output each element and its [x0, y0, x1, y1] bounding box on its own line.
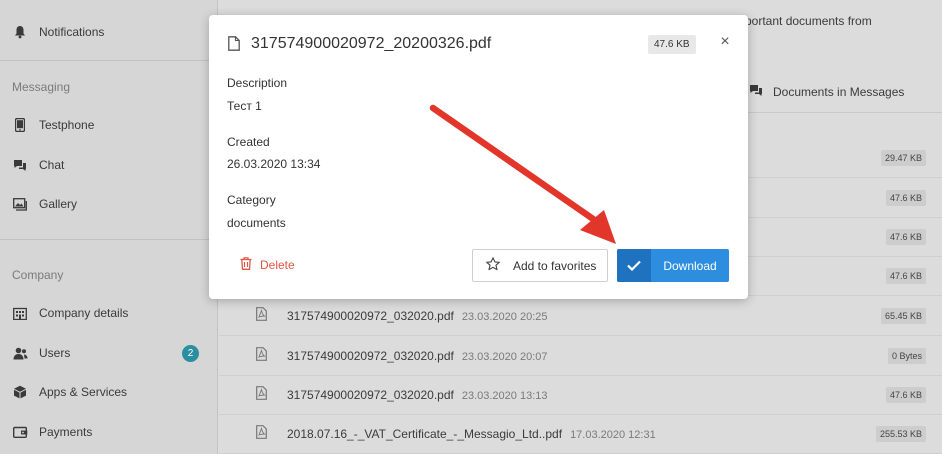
sidebar-item-label: Gallery [39, 197, 78, 211]
star-icon [486, 257, 500, 274]
document-date: 23.03.2020 20:25 [461, 310, 548, 323]
document-row[interactable]: 317574900020972_032020.pdf 23.03.2020 20… [219, 296, 942, 336]
sidebar-divider [0, 239, 218, 240]
chat-icon [12, 157, 28, 173]
users-icon [12, 345, 28, 361]
document-name[interactable]: 2018.07.16_-_VAT_Certificate_-_Messagio_… [287, 427, 562, 441]
sidebar-item-label: Users [39, 346, 71, 360]
document-date: 23.03.2020 13:13 [461, 389, 548, 402]
document-date: 17.03.2020 12:31 [570, 428, 656, 441]
file-size-badge: 65.45 KB [880, 307, 926, 324]
sidebar-item-label: Company details [39, 306, 129, 320]
sidebar-item-users[interactable]: Users 2 [0, 335, 218, 371]
sidebar-item-label: Notifications [39, 25, 105, 39]
document-name[interactable]: 317574900020972_032020.pdf [287, 388, 454, 402]
sidebar-item-label: Chat [39, 158, 65, 172]
pdf-icon [256, 347, 267, 364]
file-size-badge: 47.6 KB [885, 228, 926, 245]
sidebar-item-label: Payments [39, 425, 93, 439]
delete-label: Delete [260, 258, 295, 272]
download-label: Download [663, 258, 717, 273]
file-size-badge: 0 Bytes [887, 347, 926, 364]
download-button[interactable]: Download [617, 249, 729, 282]
trash-icon [240, 257, 252, 273]
sidebar-section-messaging: Messaging [12, 80, 71, 94]
pdf-icon [256, 307, 267, 324]
building-icon [12, 305, 28, 321]
document-date: 23.03.2020 20:07 [461, 350, 548, 363]
category-label: Category [227, 193, 276, 207]
document-row[interactable]: 317574900020972_032020.pdf 23.03.2020 20… [219, 336, 942, 376]
sidebar: Notifications Messaging Testphone Chat G… [0, 0, 218, 454]
sidebar-item-apps-services[interactable]: Apps & Services [0, 374, 218, 410]
description-label: Description [227, 76, 288, 90]
box-icon [12, 384, 28, 400]
favorites-label: Add to favorites [513, 258, 597, 273]
wallet-icon [12, 424, 28, 440]
sidebar-divider [0, 60, 218, 61]
document-name[interactable]: 317574900020972_032020.pdf [287, 309, 454, 323]
document-name[interactable]: 317574900020972_032020.pdf [287, 349, 454, 363]
created-value: 26.03.2020 13:34 [227, 157, 321, 171]
bell-icon [12, 24, 28, 40]
document-details-modal: 317574900020972_20200326.pdf 47.6 KB × D… [209, 15, 748, 299]
sidebar-item-label: Testphone [39, 118, 95, 132]
intro-text: portant documents from [745, 14, 872, 28]
modal-title: 317574900020972_20200326.pdf [251, 35, 492, 52]
sidebar-item-testphone[interactable]: Testphone [0, 107, 218, 143]
add-to-favorites-button[interactable]: Add to favorites [472, 249, 608, 282]
sidebar-item-payments[interactable]: Payments [0, 414, 218, 450]
created-label: Created [227, 135, 270, 149]
tab-label: Documents in Messages [773, 85, 905, 99]
file-size-badge: 47.6 KB [885, 189, 926, 206]
tab-documents-in-messages[interactable]: Documents in Messages [749, 84, 904, 100]
file-size-badge: 47.6 KB [885, 386, 926, 403]
sidebar-section-company: Company [12, 268, 64, 282]
chat-icon [749, 84, 763, 100]
description-value: Тест 1 [227, 99, 262, 113]
sidebar-item-gallery[interactable]: Gallery [0, 186, 218, 222]
gallery-icon [12, 196, 28, 212]
document-row[interactable]: 2018.07.16_-_VAT_Certificate_-_Messagio_… [219, 414, 942, 454]
file-size-badge: 47.6 KB [648, 35, 696, 54]
sidebar-item-notifications[interactable]: Notifications [0, 14, 218, 50]
document-row[interactable]: 317574900020972_032020.pdf 23.03.2020 13… [219, 375, 942, 415]
close-button[interactable]: × [717, 33, 733, 51]
check-icon [617, 249, 651, 282]
sidebar-item-chat[interactable]: Chat [0, 147, 218, 183]
delete-button[interactable]: Delete [240, 257, 295, 273]
users-count-badge: 2 [182, 344, 199, 362]
category-value: documents [227, 216, 286, 230]
file-size-badge: 29.47 KB [880, 149, 926, 166]
sidebar-item-label: Apps & Services [39, 385, 128, 399]
file-size-badge: 255.53 KB [875, 425, 926, 442]
pdf-icon [256, 425, 267, 442]
pdf-icon [256, 386, 267, 403]
file-icon [228, 36, 240, 54]
sidebar-item-company-details[interactable]: Company details [0, 295, 218, 331]
file-size-badge: 47.6 KB [885, 267, 926, 284]
phone-icon [12, 117, 28, 133]
